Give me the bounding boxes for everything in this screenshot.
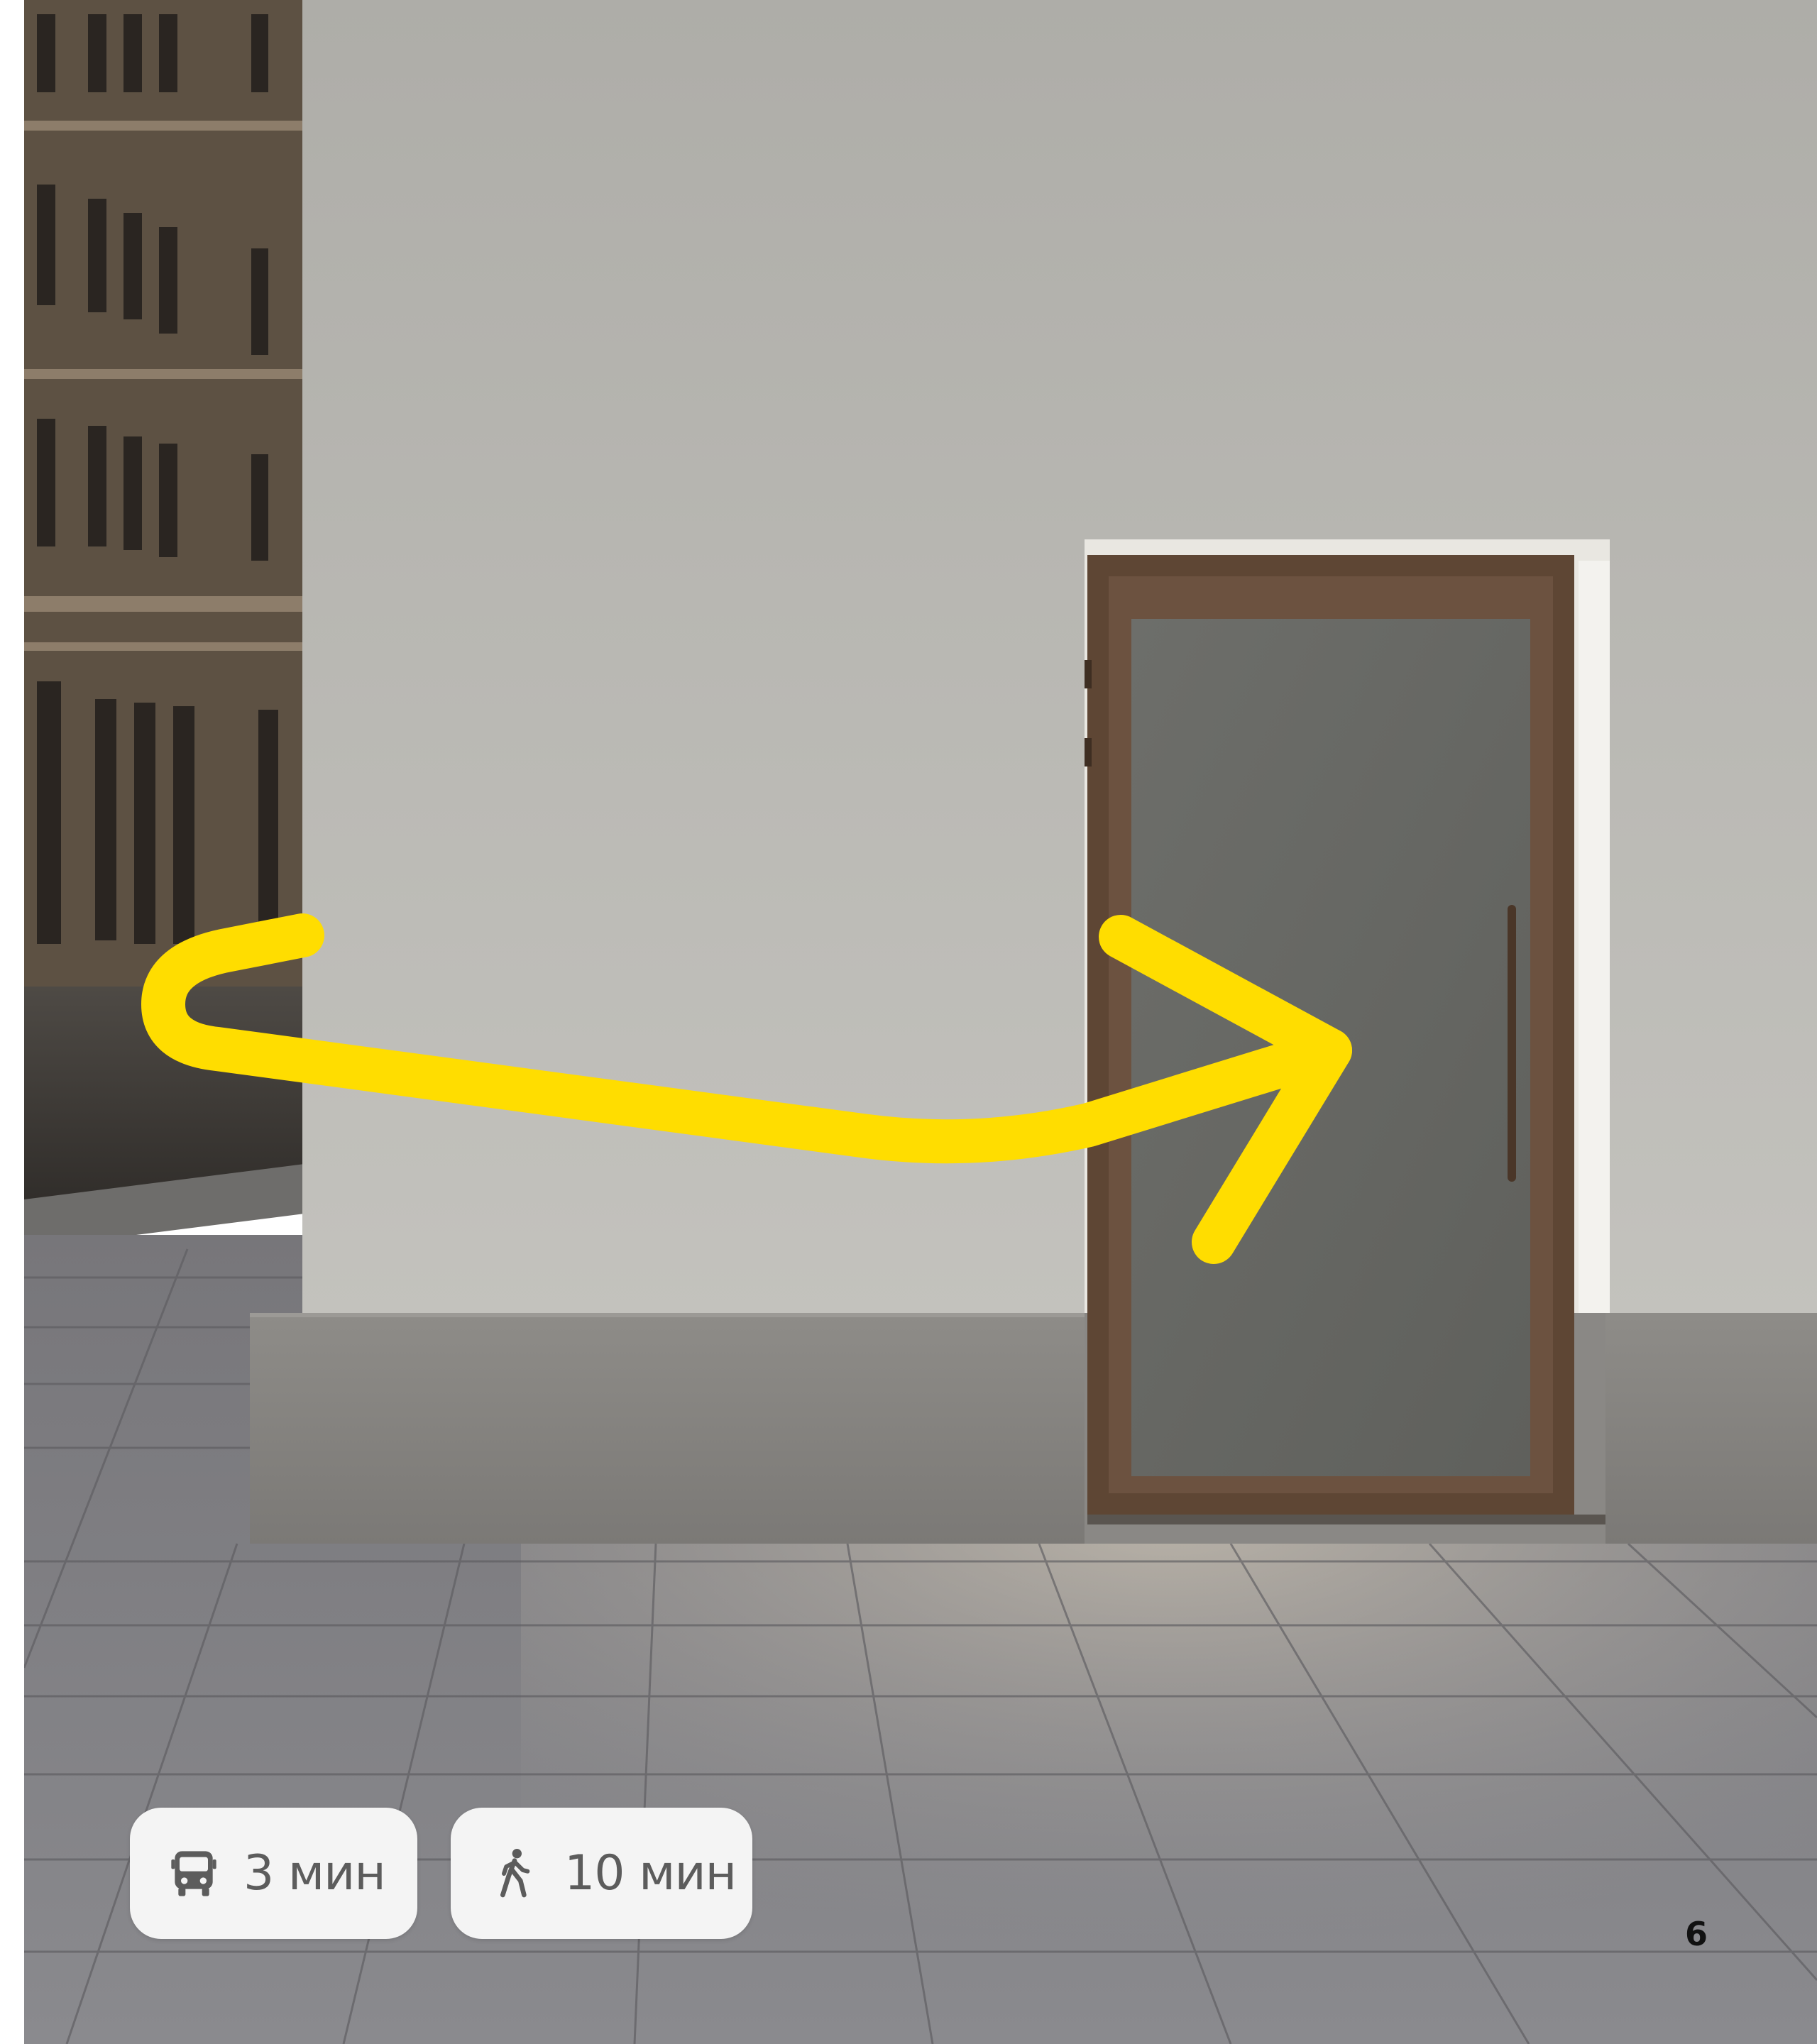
wall-plinth	[250, 1313, 1092, 1544]
door-handle	[1508, 905, 1516, 1182]
walking-travel-time: 10 мин	[564, 1845, 737, 1901]
walking-travel-time-badge: 10 мин	[451, 1808, 752, 1939]
bus-icon	[165, 1845, 222, 1902]
entrance-photo	[24, 0, 1817, 2044]
pedestrian-icon	[486, 1845, 543, 1902]
bus-travel-time-badge: 3 мин	[130, 1808, 417, 1939]
page: 3 мин 10 мин 6	[0, 0, 1817, 2044]
bus-travel-time: 3 мин	[243, 1845, 386, 1901]
page-number: 6	[1684, 1915, 1708, 1953]
